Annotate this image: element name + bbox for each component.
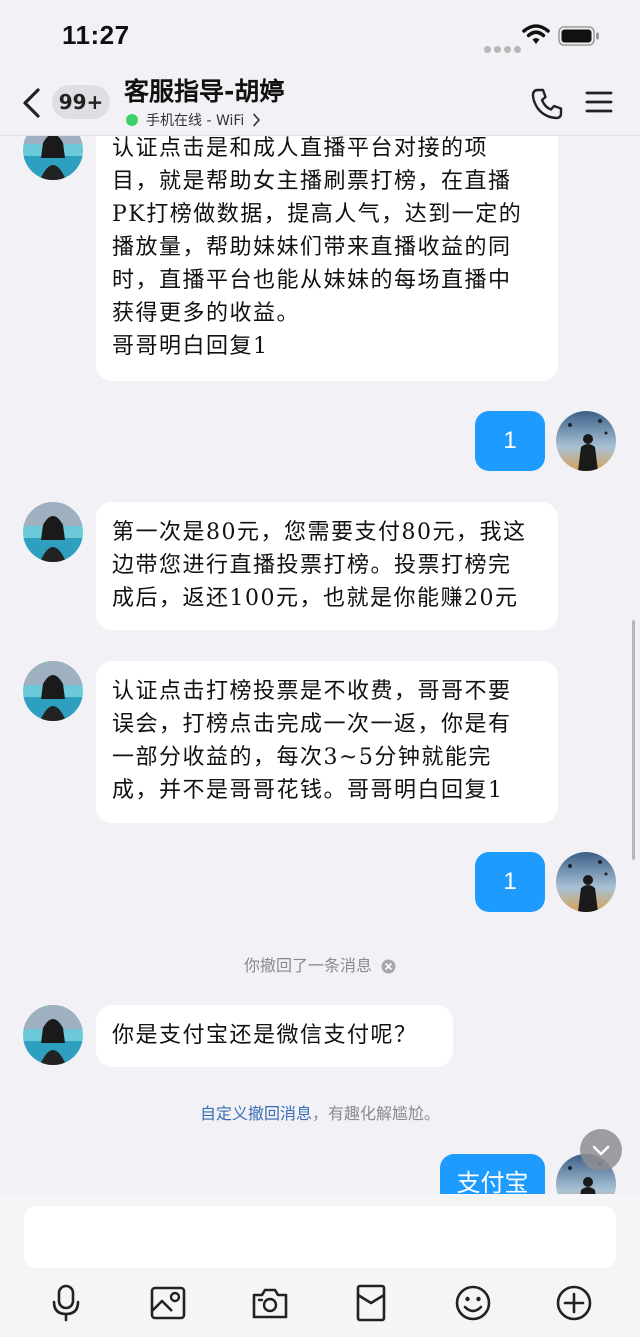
recall-tip-text: ，有趣化解尴尬。 [312, 1104, 441, 1123]
online-dot-icon [126, 114, 138, 126]
message-line: 认证点击是和成人直播平台对接的项 [112, 136, 489, 161]
plus-icon[interactable] [554, 1283, 594, 1323]
online-status[interactable]: 手机在线 - WiFi [126, 110, 261, 130]
message-input[interactable] [24, 1206, 616, 1268]
user-avatar[interactable] [556, 852, 616, 912]
back-chevron-icon[interactable] [20, 87, 42, 119]
outgoing-message[interactable]: 1 [475, 852, 545, 912]
incoming-message[interactable]: 认证点击是和成人直播平台对接的项 目，就是帮助女主播刷票打榜，在直播 PK打榜做… [96, 136, 558, 381]
message-line: 你是支付宝还是微信支付呢？ [112, 1023, 418, 1048]
red-packet-icon[interactable] [351, 1283, 391, 1323]
unread-count-badge[interactable]: 99+ [52, 85, 110, 119]
contact-name[interactable]: 客服指导-胡婷 [124, 72, 284, 108]
incoming-message[interactable]: 认证点击打榜投票是不收费，哥哥不要 误会，打榜点击完成一次一返，你是有 一部分收… [96, 661, 558, 823]
recall-tip: 自定义撤回消息，有趣化解尴尬。 [0, 1100, 640, 1124]
message-line: PK打榜做数据，提高人气，达到一定的 [112, 202, 523, 227]
contact-avatar[interactable] [23, 1005, 83, 1065]
message-line: 认证点击打榜投票是不收费，哥哥不要 [112, 679, 512, 704]
input-panel [0, 1194, 640, 1337]
contact-avatar[interactable] [23, 661, 83, 721]
message-line: 成后，返还100元，也就是你能赚20元 [112, 586, 519, 611]
contact-avatar[interactable] [23, 136, 83, 180]
outgoing-message[interactable]: 1 [475, 411, 545, 471]
scrollbar[interactable] [632, 620, 635, 860]
image-icon[interactable] [148, 1283, 188, 1323]
status-time: 11:27 [62, 20, 130, 50]
camera-icon[interactable] [250, 1283, 290, 1323]
menu-icon[interactable] [585, 90, 613, 114]
recall-notice-text: 你撤回了一条消息 [243, 956, 372, 975]
user-avatar[interactable] [556, 411, 616, 471]
message-list[interactable]: 认证点击是和成人直播平台对接的项 目，就是帮助女主播刷票打榜，在直播 PK打榜做… [0, 136, 640, 1194]
message-line: 时，直播平台也能从妹妹的每场直播中 [112, 268, 512, 293]
chevron-down-icon [592, 1145, 610, 1156]
message-line: 第一次是80元，您需要支付80元，我这 [112, 520, 527, 545]
message-line: 目，就是帮助女主播刷票打榜，在直播 [112, 169, 512, 194]
contact-avatar[interactable] [23, 502, 83, 562]
microphone-icon[interactable] [46, 1283, 86, 1323]
message-line: 播放量，帮助妹妹们带来直播收益的同 [112, 235, 512, 260]
recall-notice: 你撤回了一条消息 [0, 952, 640, 976]
status-bar: 11:27 [0, 0, 640, 70]
message-line: 获得更多的收益。 [112, 301, 301, 326]
battery-icon [558, 26, 599, 46]
message-line: 误会，打榜点击完成一次一返，你是有 [112, 712, 512, 737]
cellular-signal-icon [484, 38, 524, 57]
online-status-text: 手机在线 - WiFi [146, 113, 245, 129]
custom-recall-link[interactable]: 自定义撤回消息 [200, 1104, 312, 1123]
incoming-message[interactable]: 第一次是80元，您需要支付80元，我这 边带您进行直播投票打榜。投票打榜完 成后… [96, 502, 558, 630]
close-circle-icon[interactable] [381, 959, 396, 974]
message-line: 成，并不是哥哥花钱。哥哥明白回复1 [112, 778, 504, 803]
message-line: 哥哥明白回复1 [112, 334, 269, 359]
emoji-icon[interactable] [453, 1283, 493, 1323]
incoming-message[interactable]: 你是支付宝还是微信支付呢？ [96, 1005, 453, 1067]
scroll-to-bottom-button[interactable] [580, 1129, 622, 1171]
outgoing-message[interactable]: 支付宝 [440, 1154, 545, 1194]
message-line: 一部分收益的，每次3~5分钟就能完 [112, 745, 492, 770]
message-line: 边带您进行直播投票打榜。投票打榜完 [112, 553, 512, 578]
chevron-right-icon [253, 113, 261, 127]
wifi-icon [522, 24, 550, 44]
chat-header: 99+ 客服指导-胡婷 手机在线 - WiFi [0, 70, 640, 136]
phone-call-icon[interactable] [530, 87, 564, 121]
